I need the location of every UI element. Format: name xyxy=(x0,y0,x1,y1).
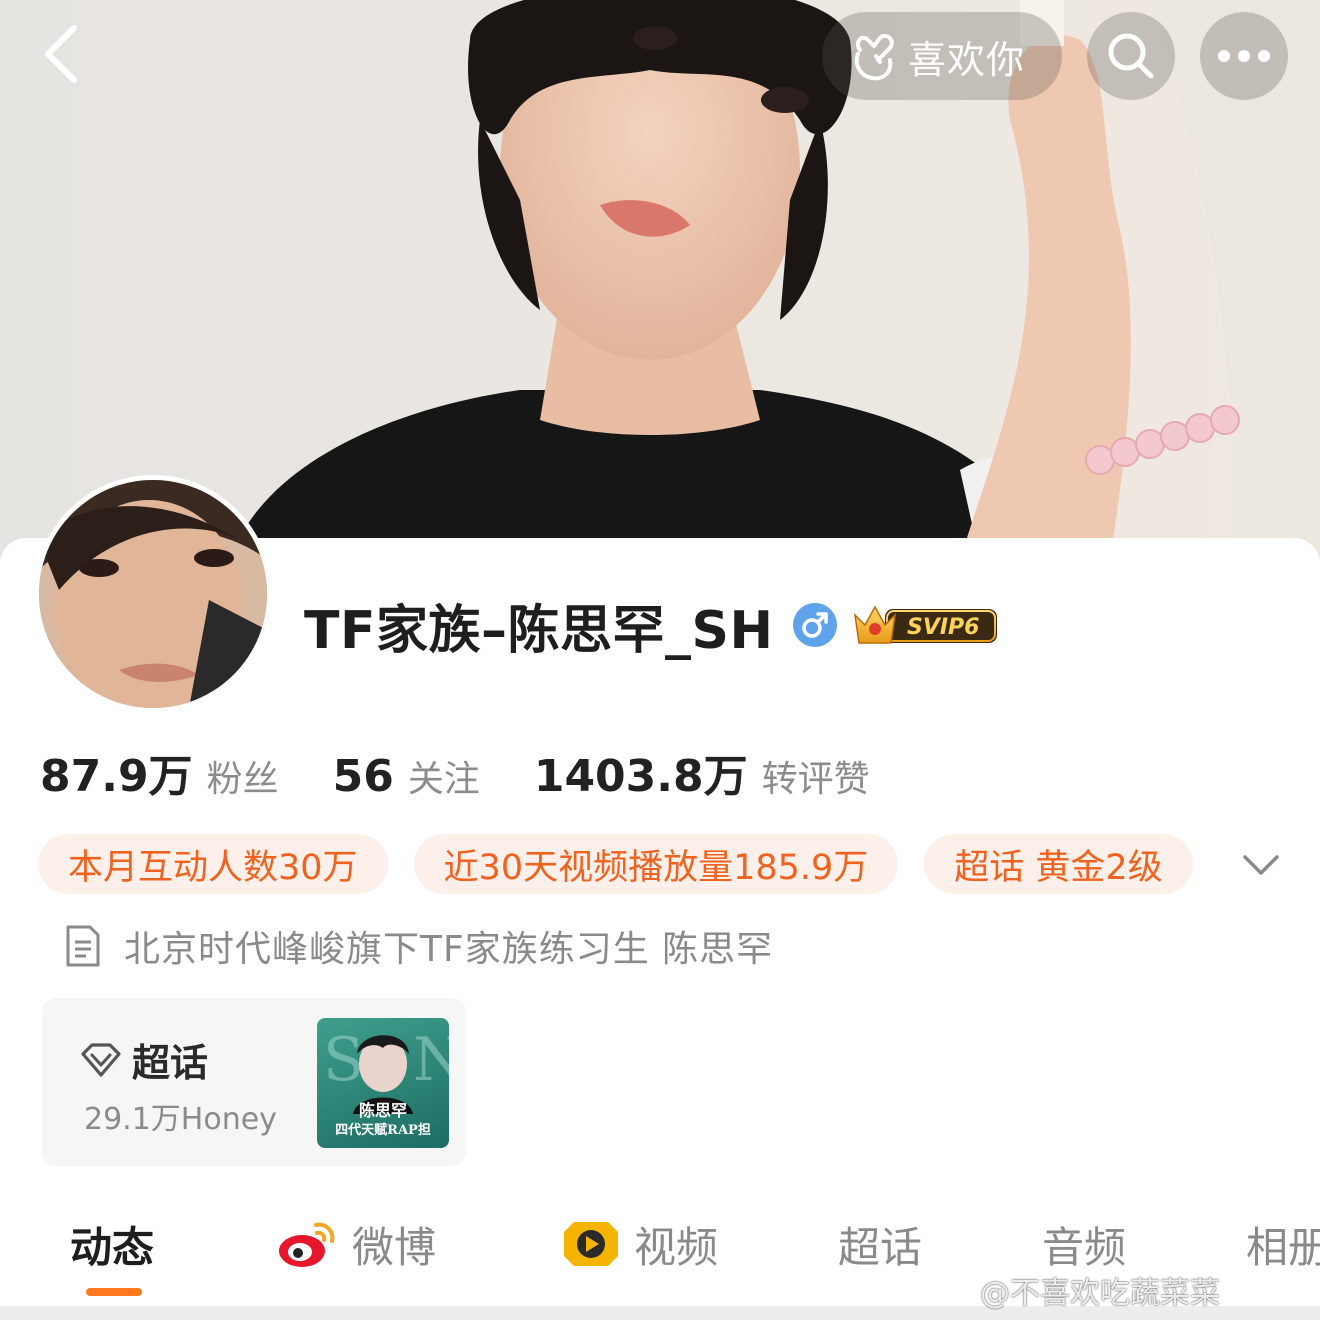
svg-text:S: S xyxy=(323,1025,364,1095)
profile-name-row: TF家族–陈思罕_SH SVIP6 xyxy=(304,590,1001,661)
supertopic-card[interactable]: 超话 29.1万Honey S N 陈思罕 四代天赋RAP担 xyxy=(42,998,466,1166)
tag-video-plays[interactable]: 近30天视频播放量185.9万 xyxy=(413,834,899,894)
stat-followers[interactable]: 87.9万 粉丝 xyxy=(40,740,279,804)
stat-label: 转评赞 xyxy=(761,759,870,800)
weibo-logo-icon xyxy=(279,1222,335,1267)
stat-label: 粉丝 xyxy=(206,759,279,800)
stat-label: 关注 xyxy=(407,759,480,800)
tab-label: 相册 xyxy=(1246,1222,1320,1272)
svip-badge[interactable]: SVIP6 xyxy=(851,599,1001,651)
back-button[interactable] xyxy=(28,22,92,86)
tab-audio[interactable]: 音频 xyxy=(1042,1214,1126,1274)
tab-label: 音频 xyxy=(1042,1222,1127,1272)
avatar-photo xyxy=(39,480,267,708)
tag-monthly-interactions[interactable]: 本月互动人数30万 xyxy=(38,834,388,894)
tab-label: 超话 xyxy=(838,1222,923,1272)
watermark: @不喜欢吃蔬菜菜 xyxy=(980,1276,1220,1311)
tag-supertopic-level[interactable]: 超话 黄金2级 xyxy=(924,834,1193,894)
tab-supertopic[interactable]: 超话 xyxy=(838,1214,922,1274)
supertopic-cover-image: S N 陈思罕 四代天赋RAP担 xyxy=(317,1018,449,1148)
like-label: 喜欢你 xyxy=(908,37,1026,82)
supertopic-title: 超话 xyxy=(132,1041,209,1085)
tab-video[interactable]: 视频 xyxy=(560,1214,718,1274)
active-tab-indicator xyxy=(86,1288,142,1296)
cover-subtitle: 四代天赋RAP担 xyxy=(335,1122,431,1138)
user-name: TF家族–陈思罕_SH xyxy=(304,600,774,661)
search-button[interactable] xyxy=(1087,12,1175,100)
bio[interactable]: 北京时代峰峻旗下TF家族练习生 陈思罕 xyxy=(64,918,773,974)
svip-label: SVIP6 xyxy=(907,615,980,640)
achievement-tags: 本月互动人数30万 近30天视频播放量185.9万 超话 黄金2级 xyxy=(38,834,1219,894)
male-gender-icon xyxy=(793,603,838,647)
supertopic-count: 29.1万Honey xyxy=(84,1102,277,1137)
tab-label: 微博 xyxy=(352,1222,437,1272)
tab-dynamics[interactable]: 动态 xyxy=(70,1214,154,1274)
stat-value: 1403.8万 xyxy=(533,751,748,802)
more-dots-icon xyxy=(1218,50,1270,62)
document-icon xyxy=(66,925,100,967)
stat-likes[interactable]: 1403.8万 转评赞 xyxy=(534,740,870,804)
cover-title: 陈思罕 xyxy=(359,1101,407,1120)
tab-label: 视频 xyxy=(634,1222,719,1272)
chevron-down-icon xyxy=(1243,855,1279,875)
more-button[interactable] xyxy=(1200,12,1288,100)
chevron-left-icon xyxy=(45,25,77,83)
video-play-icon xyxy=(564,1222,618,1266)
search-icon xyxy=(1108,33,1154,79)
heart-hand-icon xyxy=(854,33,894,81)
tab-weibo[interactable]: 微博 xyxy=(276,1214,436,1274)
stat-value: 56 xyxy=(332,751,394,802)
profile-stats: 87.9万 粉丝 56 关注 1403.8万 转评赞 xyxy=(40,740,924,804)
avatar[interactable] xyxy=(34,475,272,713)
tab-label: 动态 xyxy=(70,1222,155,1272)
supertopic-header: 超话 xyxy=(80,1032,208,1087)
expand-tags-button[interactable] xyxy=(1236,840,1286,890)
like-button[interactable]: 喜欢你 xyxy=(822,12,1062,100)
diamond-icon xyxy=(81,1042,121,1077)
tab-album[interactable]: 相册 xyxy=(1246,1214,1320,1274)
svg-text:N: N xyxy=(413,1025,449,1095)
stat-value: 87.9万 xyxy=(40,751,193,802)
stat-following[interactable]: 56 关注 xyxy=(333,750,480,802)
bio-text: 北京时代峰峻旗下TF家族练习生 陈思罕 xyxy=(124,929,774,970)
